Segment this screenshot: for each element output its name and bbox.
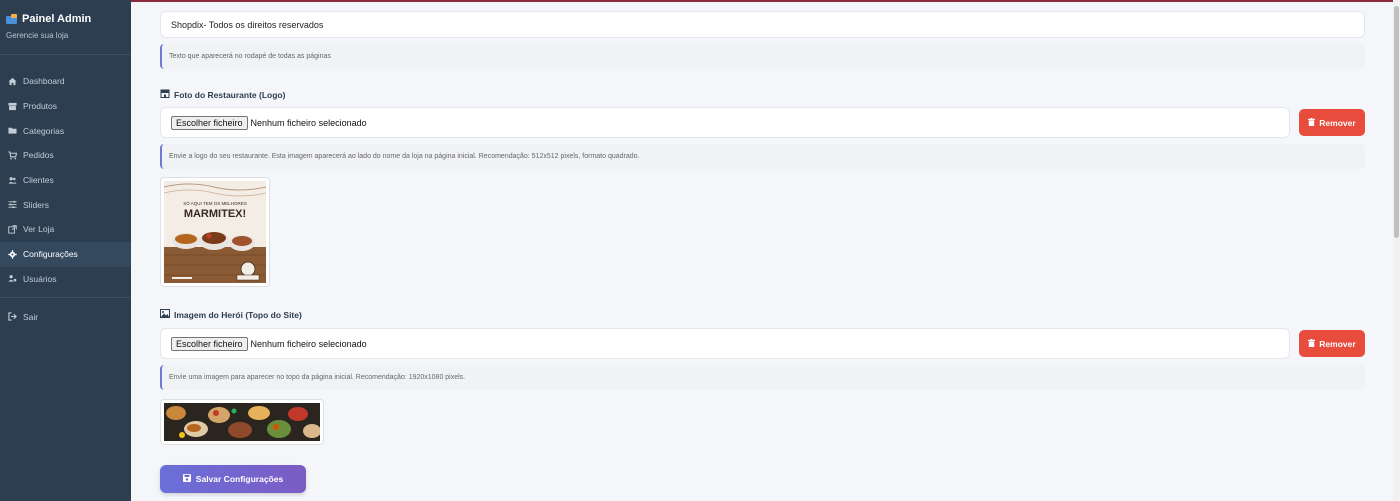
sliders-icon [8, 200, 17, 209]
logo-remove-button[interactable]: Remover [1299, 109, 1365, 136]
sidebar-item-produtos[interactable]: Produtos [0, 94, 131, 119]
sidebar-item-label: Clientes [23, 175, 54, 186]
sidebar-item-usuarios[interactable]: Usuários [0, 267, 131, 292]
sidebar-item-sliders[interactable]: Sliders [0, 192, 131, 217]
sidebar-item-label: Sliders [23, 199, 49, 210]
top-accent-line [131, 0, 1400, 2]
brand-subtitle: Gerencie sua loja [6, 31, 69, 40]
logo-hint: Envie a logo do seu restaurante. Esta im… [160, 144, 1365, 169]
save-icon [182, 474, 191, 484]
sidebar-item-sair[interactable]: Sair [0, 304, 131, 329]
hero-choose-file-button[interactable]: Escolher ficheiro [171, 336, 248, 351]
logo-hint-text: Envie a logo do seu restaurante. Esta im… [169, 153, 640, 160]
user-cog-icon [8, 274, 17, 283]
sidebar-divider [0, 297, 131, 299]
save-button[interactable]: Salvar Configurações [160, 465, 306, 493]
sidebar-item-dashboard[interactable]: Dashboard [0, 69, 131, 94]
users-icon [8, 176, 17, 185]
sidebar-item-label: Configurações [23, 249, 78, 260]
main-content: Shopdix- Todos os direitos reservados Te… [131, 0, 1400, 501]
save-button-label: Salvar Configurações [195, 474, 284, 484]
footer-text-hint-text: Texto que aparecerá no rodapé de todas a… [169, 53, 331, 60]
store-icon [6, 14, 17, 24]
folder-icon [8, 126, 17, 135]
hero-remove-button[interactable]: Remover [1299, 330, 1365, 357]
sidebar-item-clientes[interactable]: Clientes [0, 168, 131, 193]
hero-preview [160, 399, 324, 445]
hero-section-label-text: Imagem do Herói (Topo do Site) [174, 309, 302, 320]
box-icon [8, 102, 17, 111]
footer-text-input[interactable]: Shopdix- Todos os direitos reservados [160, 11, 1365, 38]
sidebar-item-label: Sair [23, 311, 39, 322]
image-icon [160, 309, 170, 320]
sidebar-divider [0, 54, 131, 55]
store-icon [160, 89, 170, 100]
sidebar: Painel Admin Gerencie sua loja Dashboard… [0, 0, 131, 501]
logo-section-label-text: Foto do Restaurante (Logo) [174, 89, 286, 100]
sidebar-item-pedidos[interactable]: Pedidos [0, 143, 131, 168]
gear-icon [8, 249, 17, 259]
home-icon [8, 77, 17, 86]
sidebar-item-label: Dashboard [23, 76, 65, 87]
sidebar-item-label: Usuários [23, 273, 57, 284]
logo-remove-label: Remover [1319, 117, 1356, 128]
hero-hint: Envie uma imagem para aparecer no topo d… [160, 365, 1365, 390]
hero-hint-text: Envie uma imagem para aparecer no topo d… [169, 374, 466, 381]
sidebar-item-label: Produtos [23, 101, 58, 112]
sidebar-item-ver-loja[interactable]: Ver Loja [0, 217, 131, 242]
logo-file-status: Nenhum ficheiro selecionado [250, 117, 367, 128]
brand: Painel Admin Gerencie sua loja [0, 0, 131, 40]
sign-out-icon [8, 312, 17, 321]
trash-icon [1308, 117, 1316, 128]
sidebar-item-label: Ver Loja [23, 224, 55, 235]
sidebar-item-categorias[interactable]: Categorias [0, 118, 131, 143]
brand-title: Painel Admin [6, 13, 125, 25]
logo-section-label: Foto do Restaurante (Logo) [160, 89, 285, 100]
footer-text-value: Shopdix- Todos os direitos reservados [171, 19, 324, 30]
cart-icon [8, 151, 17, 160]
logo-preview-top-text: SÓ AQUI TEM OS MELHORES [183, 200, 246, 206]
hero-section-label: Imagem do Herói (Topo do Site) [160, 309, 302, 320]
footer-text-hint: Texto que aparecerá no rodapé de todas a… [160, 44, 1365, 69]
sidebar-item-label: Pedidos [23, 150, 54, 161]
hero-remove-label: Remover [1319, 338, 1356, 349]
brand-title-text: Painel Admin [22, 13, 92, 25]
trash-icon [1308, 338, 1316, 349]
logo-preview-main-text: MARMITEX! [184, 208, 246, 220]
logo-preview: SÓ AQUI TEM OS MELHORES MARMITEX! [160, 177, 270, 287]
hero-file-input[interactable]: Escolher ficheiro Nenhum ficheiro seleci… [160, 328, 1290, 359]
sidebar-item-label: Categorias [23, 125, 65, 136]
scrollbar-thumb[interactable] [1394, 6, 1399, 238]
sidebar-item-configuracoes[interactable]: Configurações [0, 241, 131, 267]
external-link-icon [8, 225, 17, 234]
logo-preview-image: SÓ AQUI TEM OS MELHORES MARMITEX! [163, 181, 267, 283]
logo-file-input[interactable]: Escolher ficheiro Nenhum ficheiro seleci… [160, 107, 1290, 138]
logo-choose-file-button[interactable]: Escolher ficheiro [171, 115, 248, 130]
hero-preview-image [164, 403, 321, 441]
hero-file-status: Nenhum ficheiro selecionado [250, 338, 367, 349]
